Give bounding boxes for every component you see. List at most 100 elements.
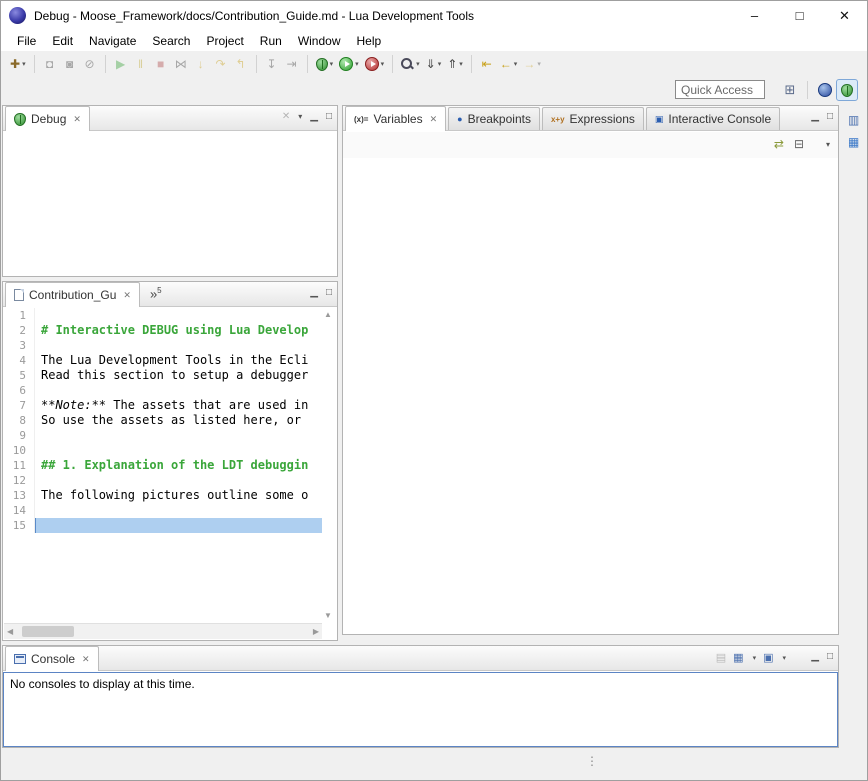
tab-console[interactable]: Console ✕ xyxy=(5,646,99,671)
editor-panel-header: Contribution_Gu ✕ »5 ▁ □ xyxy=(3,282,337,307)
dropdown-arrow[interactable]: ▾ xyxy=(438,60,442,68)
scroll-right-icon[interactable]: ▶ xyxy=(313,627,319,636)
open-perspective-icon: ⊞ xyxy=(785,82,796,98)
terminate-button: ■ xyxy=(151,53,171,75)
dropdown-arrow[interactable]: ▾ xyxy=(416,60,420,68)
scroll-up-icon[interactable]: ▲ xyxy=(324,310,332,319)
dropdown-arrow[interactable]: ▾ xyxy=(330,60,334,68)
editor-line[interactable]: 11## 1. Explanation of the LDT debuggin xyxy=(3,458,322,473)
menu-file[interactable]: File xyxy=(9,32,44,50)
editor-lines[interactable]: 12# Interactive DEBUG using Lua Develop3… xyxy=(3,308,322,622)
run-button[interactable]: ▾ xyxy=(336,53,362,75)
tab-expressions[interactable]: x+yExpressions xyxy=(542,107,644,130)
editor-line[interactable]: 3 xyxy=(3,338,322,353)
dropdown-arrow[interactable]: ▾ xyxy=(782,654,786,662)
open-perspective-button[interactable]: ⊞ xyxy=(779,79,801,101)
close-icon[interactable]: ✕ xyxy=(430,114,438,125)
suspend-icon: ‖ xyxy=(138,58,143,70)
tab-overflow-chevron[interactable]: »5 xyxy=(150,286,162,301)
editor-line[interactable]: 7**Note:** The assets that are used in xyxy=(3,398,322,413)
show-logical-structure-icon[interactable]: ⇄ xyxy=(774,137,784,151)
menu-help[interactable]: Help xyxy=(349,32,390,50)
editor-line[interactable]: 5Read this section to setup a debugger xyxy=(3,368,322,383)
ldt-perspective-button[interactable] xyxy=(814,79,836,101)
collapse-all-icon[interactable]: ⊟ xyxy=(794,137,804,151)
external-tools-button[interactable]: ▾ xyxy=(362,53,388,75)
maximize-panel-icon[interactable]: □ xyxy=(827,650,833,664)
line-number: 10 xyxy=(3,443,35,458)
scroll-left-icon[interactable]: ◀ xyxy=(7,627,13,636)
editor-line[interactable]: 12 xyxy=(3,473,322,488)
last-edit-location-button[interactable]: ⇤ xyxy=(477,53,497,75)
dropdown-arrow[interactable]: ▾ xyxy=(22,60,26,68)
minimize-panel-icon[interactable]: ▁ xyxy=(811,650,819,664)
line-text xyxy=(35,443,41,458)
tab-interactive-console[interactable]: ▣Interactive Console xyxy=(646,107,780,130)
sash-grip-icon[interactable]: ⋮ xyxy=(586,754,598,768)
editor-vertical-scrollbar[interactable]: ▲ ▼ xyxy=(322,308,336,622)
editor-line[interactable]: 14 xyxy=(3,503,322,518)
previous-annotation-button[interactable]: ⇑▾ xyxy=(444,53,466,75)
display-selected-console-icon[interactable]: ▦ xyxy=(733,651,743,664)
dropdown-arrow[interactable]: ▾ xyxy=(355,60,359,68)
tab-debug[interactable]: Debug ✕ xyxy=(5,106,90,131)
tab-contribution-guide[interactable]: Contribution_Gu ✕ xyxy=(5,282,140,307)
dropdown-arrow[interactable]: ▾ xyxy=(514,60,518,68)
open-console-dropdown-icon[interactable]: ▣ xyxy=(763,651,773,664)
minimize-panel-icon[interactable]: ▁ xyxy=(811,110,819,124)
menu-window[interactable]: Window xyxy=(290,32,349,50)
use-step-filters-icon: ⇥ xyxy=(287,58,297,70)
menu-edit[interactable]: Edit xyxy=(44,32,81,50)
editor-line[interactable]: 4The Lua Development Tools in the Ecli xyxy=(3,353,322,368)
tab-variables[interactable]: (x)=Variables✕ xyxy=(345,106,446,131)
minimize-panel-icon[interactable]: ▁ xyxy=(310,110,318,124)
editor-line[interactable]: 6 xyxy=(3,383,322,398)
new-wizard-button[interactable]: ✚▾ xyxy=(7,53,29,75)
editor-horizontal-scrollbar[interactable]: ◀ ▶ xyxy=(4,623,322,639)
menu-search[interactable]: Search xyxy=(144,32,198,50)
debug-perspective-button[interactable] xyxy=(836,79,858,101)
maximize-button[interactable]: □ xyxy=(777,1,822,30)
editor-line[interactable]: 10 xyxy=(3,443,322,458)
editor-line[interactable]: 8So use the assets as listed here, or xyxy=(3,413,322,428)
search-button[interactable]: ▾ xyxy=(398,53,423,75)
quick-access-input[interactable]: Quick Access xyxy=(675,80,765,99)
scroll-down-icon[interactable]: ▼ xyxy=(324,611,332,620)
minimized-view-icon[interactable]: ▦ xyxy=(848,135,859,149)
next-annotation-button[interactable]: ⇓▾ xyxy=(423,53,445,75)
dropdown-arrow[interactable]: ▾ xyxy=(753,654,757,662)
debug-button[interactable]: ▾ xyxy=(313,53,337,75)
line-number: 7 xyxy=(3,398,35,413)
editor-line[interactable]: 13The following pictures outline some o xyxy=(3,488,322,503)
minimized-view-restore-icon[interactable]: ▥ xyxy=(848,113,859,127)
menubar: FileEditNavigateSearchProjectRunWindowHe… xyxy=(1,30,867,51)
scrollbar-thumb[interactable] xyxy=(22,626,74,637)
minimize-button[interactable]: – xyxy=(732,1,777,30)
back-button[interactable]: ←▾ xyxy=(497,53,521,75)
close-button[interactable]: ✕ xyxy=(822,1,867,30)
dropdown-arrow[interactable]: ▾ xyxy=(459,60,463,68)
menu-navigate[interactable]: Navigate xyxy=(81,32,144,50)
dropdown-arrow[interactable]: ▾ xyxy=(381,60,385,68)
maximize-panel-icon[interactable]: □ xyxy=(326,110,332,124)
title-bar: Debug - Moose_Framework/docs/Contributio… xyxy=(1,1,867,30)
forward-button: →▾ xyxy=(520,53,544,75)
minimize-panel-icon[interactable]: ▁ xyxy=(310,286,318,300)
view-menu-icon[interactable]: ▾ xyxy=(826,140,830,149)
menu-run[interactable]: Run xyxy=(252,32,290,50)
ldt-perspective-icon xyxy=(818,83,832,97)
maximize-panel-icon[interactable]: □ xyxy=(326,286,332,300)
dropdown-arrow[interactable]: ▾ xyxy=(537,60,541,68)
menu-project[interactable]: Project xyxy=(198,32,251,50)
editor-line[interactable]: 1 xyxy=(3,308,322,323)
maximize-panel-icon[interactable]: □ xyxy=(827,110,833,124)
close-icon[interactable]: ✕ xyxy=(73,114,81,125)
view-menu-icon[interactable]: ▾ xyxy=(298,110,302,124)
close-icon[interactable]: ✕ xyxy=(82,654,90,665)
editor-line[interactable]: 2# Interactive DEBUG using Lua Develop xyxy=(3,323,322,338)
tab-breakpoints[interactable]: ●Breakpoints xyxy=(448,107,540,130)
console-panel-header: Console ✕ ▤ ▦ ▾ ▣ ▾ ▁ □ xyxy=(3,646,838,671)
editor-line[interactable]: 9 xyxy=(3,428,322,443)
close-icon[interactable]: ✕ xyxy=(123,290,131,301)
editor-line[interactable]: 15 xyxy=(3,518,322,533)
